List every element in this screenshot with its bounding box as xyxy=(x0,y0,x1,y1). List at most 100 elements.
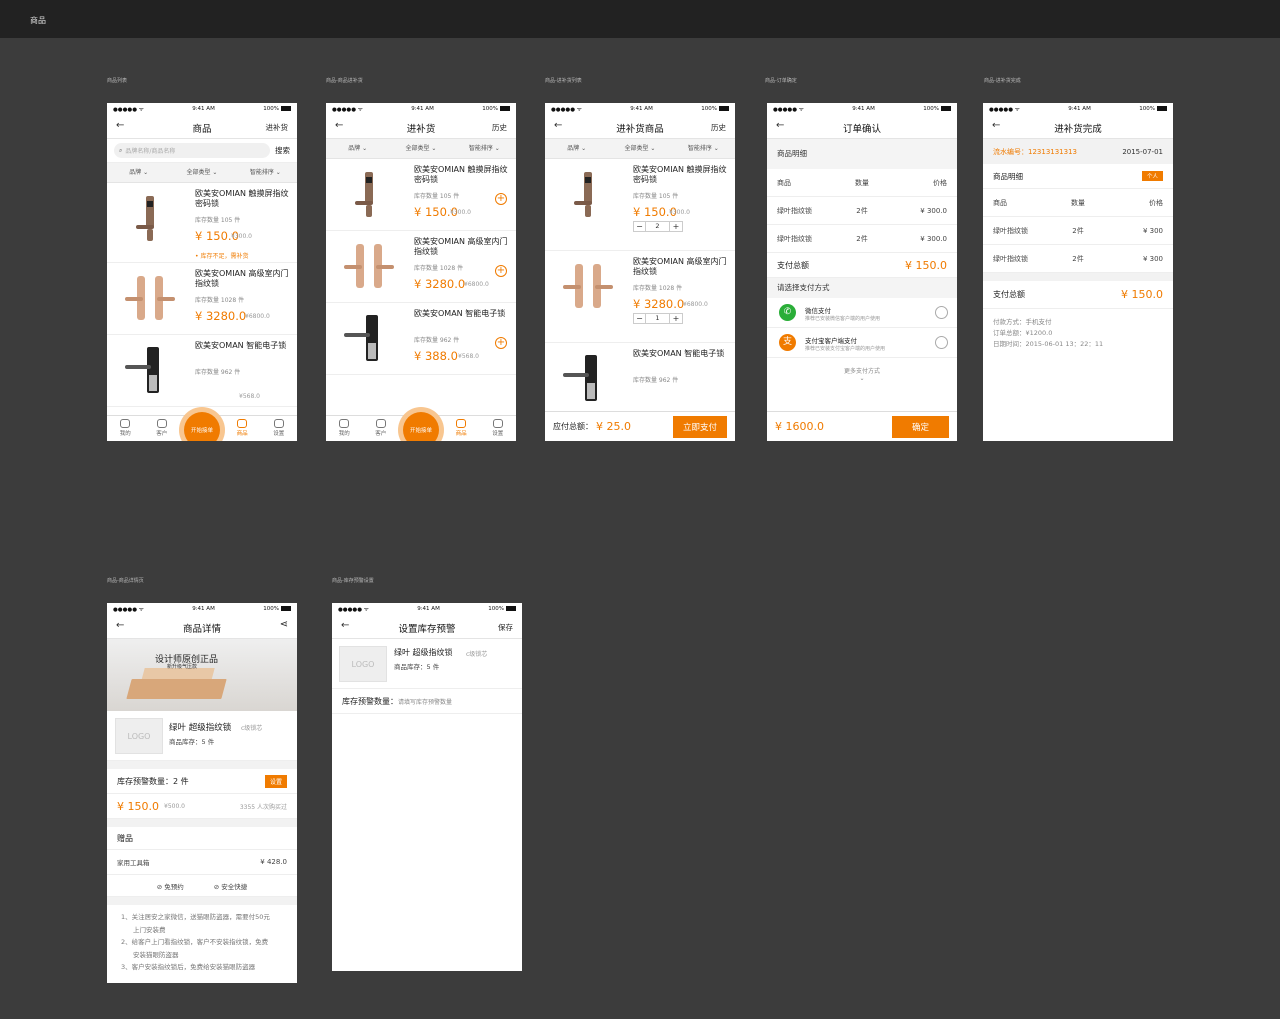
warning-input[interactable]: 请填写库存预警数量 xyxy=(398,697,452,706)
list-item[interactable]: 欧美安OMIAN 触摸屏指纹密码锁 库存数量 105 件 ¥ 150.0 ¥30… xyxy=(326,159,516,231)
filter-type[interactable]: 全部类型 ⌄ xyxy=(170,163,233,182)
tab-products[interactable]: 商品 xyxy=(224,416,261,441)
artboard-label: 商品-进补货完成 xyxy=(984,78,1021,84)
battery-icon xyxy=(1156,105,1167,111)
lock-icon xyxy=(237,419,248,428)
col-qty: 数量 xyxy=(1071,198,1085,207)
history-link[interactable]: 历史 xyxy=(492,122,507,133)
list-item[interactable]: 欧美安OMAN 智能电子锁 库存数量 962 件 ¥568.0 xyxy=(107,335,297,407)
tab-customers[interactable]: 客户 xyxy=(144,416,181,441)
product-stock: 库存数量 1028 件 xyxy=(633,285,683,292)
filter-type[interactable]: 全部类型 ⌄ xyxy=(608,139,671,158)
nav-bar: ← 商品详情 ⋖ xyxy=(107,614,297,639)
radio-button[interactable] xyxy=(935,306,948,319)
product-price: ¥ 3280.0 xyxy=(633,297,685,311)
tab-settings[interactable]: 设置 xyxy=(260,416,297,441)
page-title: 商品 xyxy=(30,16,46,25)
cell: 绿叶指纹锁 xyxy=(993,226,1028,235)
filter-sort[interactable]: 智能排序 ⌄ xyxy=(234,163,297,182)
filter-sort[interactable]: 智能排序 ⌄ xyxy=(672,139,735,158)
search-button[interactable]: 搜索 xyxy=(275,145,290,156)
tab-mine[interactable]: 我的 xyxy=(107,416,144,441)
warning-input-row[interactable]: 库存预警数量： 请填写库存预警数量 xyxy=(332,689,522,714)
product-name: 欧美安OMIAN 高级室内门指纹锁 xyxy=(414,237,508,256)
order-datetime: 日期时间：2015-06-01 13：22：11 xyxy=(993,340,1104,348)
cell: ¥ 300.0 xyxy=(920,206,948,215)
start-order-button[interactable]: 开始接单 xyxy=(179,407,225,441)
list-item[interactable]: 欧美安OMIAN 高级室内门指纹锁 库存数量 1028 件 ¥ 3280.0 ¥… xyxy=(326,231,516,303)
history-link[interactable]: 历史 xyxy=(711,122,726,133)
gift-section: 赠品 xyxy=(107,827,297,850)
table-header: 商品 数量 价格 xyxy=(983,189,1173,217)
battery-text: 100% xyxy=(1139,105,1155,112)
gift-row: 家用工具箱 ¥ 428.0 xyxy=(107,850,297,875)
signal-icon: ●●●●● ᯤ xyxy=(113,106,144,113)
more-payment-link[interactable]: 更多支付方式 ⌄ xyxy=(767,358,957,382)
minus-button[interactable]: − xyxy=(634,314,646,323)
plus-button[interactable]: + xyxy=(670,222,682,231)
payment-option-alipay[interactable]: 支 支付宝客户端支付 推荐已安装支付宝客户端的用户使用 xyxy=(767,328,957,358)
nav-bar: ← 进补货 历史 xyxy=(326,114,516,139)
set-warning-button[interactable]: 设置 xyxy=(264,774,287,788)
screen-restock: ●●●●● ᯤ 9:41 AM 100% ← 进补货 历史 品牌 ⌄ 全部类型 ⌄ … xyxy=(326,103,516,441)
filter-brand[interactable]: 品牌 ⌄ xyxy=(107,163,170,182)
restock-link[interactable]: 进补货 xyxy=(266,122,289,133)
cell: ¥ 300 xyxy=(1142,226,1164,235)
nav-bar: ← 商品 进补货 xyxy=(107,114,297,139)
add-icon[interactable]: + xyxy=(495,265,507,277)
filter-type[interactable]: 全部类型 ⌄ xyxy=(389,139,452,158)
quantity-value[interactable]: 1 xyxy=(646,314,670,323)
radio-button[interactable] xyxy=(935,336,948,349)
filter-brand[interactable]: 品牌 ⌄ xyxy=(545,139,608,158)
list-item[interactable]: 欧美安OMIAN 触摸屏指纹密码锁 库存数量 105 件 ¥ 150.0 ¥30… xyxy=(545,159,735,251)
stock-warning-label: 库存预警数量：2 件 xyxy=(117,776,189,786)
pay-value: ¥ 25.0 xyxy=(596,420,631,433)
battery-icon xyxy=(718,105,729,111)
product-banner[interactable]: 设计师原创正品 新升级气压款 xyxy=(107,639,297,711)
tab-products[interactable]: 商品 xyxy=(443,416,480,441)
artboard-label: 商品-进补货列表 xyxy=(545,78,582,84)
minus-button[interactable]: − xyxy=(634,222,646,231)
confirm-button[interactable]: 确定 xyxy=(891,415,949,438)
list-item[interactable]: 欧美安OMIAN 高级室内门指纹锁 库存数量 1028 件 ¥ 3280.0 ¥… xyxy=(545,251,735,343)
tab-label: 我的 xyxy=(119,431,131,437)
product-orig-price: ¥6800.0 xyxy=(245,313,270,320)
status-time: 9:41 AM xyxy=(852,105,875,112)
share-icon[interactable]: ⋖ xyxy=(280,619,288,630)
add-icon[interactable]: + xyxy=(495,337,507,349)
pay-now-button[interactable]: 立即支付 xyxy=(672,415,727,438)
search-input[interactable]: ⌕ 品牌名称/商品名称 xyxy=(114,143,270,158)
tab-mine[interactable]: 我的 xyxy=(326,416,363,441)
filter-bar: 品牌 ⌄ 全部类型 ⌄ 智能排序 ⌄ xyxy=(326,139,516,159)
nav-bar: ← 进补货完成 xyxy=(983,114,1173,139)
col-price: 价格 xyxy=(933,178,948,187)
tab-customers[interactable]: 客户 xyxy=(363,416,400,441)
tab-settings[interactable]: 设置 xyxy=(479,416,516,441)
battery-icon xyxy=(280,105,291,111)
nav-title: 商品详情 xyxy=(182,624,221,635)
start-order-button[interactable]: 开始接单 xyxy=(398,407,444,441)
service-no-appointment: ⊘ 免预约 xyxy=(157,881,184,891)
list-item[interactable]: 欧美安OMAN 智能电子锁 库存数量 962 件 xyxy=(545,343,735,415)
save-button[interactable]: 保存 xyxy=(498,622,513,633)
product-logo: LOGO xyxy=(339,646,387,682)
product-stock: 库存数量 1028 件 xyxy=(414,265,464,272)
status-time: 9:41 AM xyxy=(192,105,215,112)
quantity-value[interactable]: 2 xyxy=(646,222,670,231)
filter-sort[interactable]: 智能排序 ⌄ xyxy=(453,139,516,158)
list-item[interactable]: 欧美安OMAN 智能电子锁 库存数量 962 件 ¥ 388.0 ¥568.0 … xyxy=(326,303,516,375)
payment-option-wechat[interactable]: ✆ 微信支付 推荐已安装微信客户端的用户使用 xyxy=(767,298,957,328)
list-item[interactable]: 欧美安OMIAN 触摸屏指纹密码锁 库存数量 105 件 ¥ 150.0 ¥30… xyxy=(107,183,297,263)
product-orig-price: ¥300.0 xyxy=(450,209,471,216)
plus-button[interactable]: + xyxy=(670,314,682,323)
filter-brand[interactable]: 品牌 ⌄ xyxy=(326,139,389,158)
artboard-label: 商品-订单确定 xyxy=(765,78,797,84)
col-price: 价格 xyxy=(1149,198,1164,207)
gear-icon xyxy=(273,419,284,428)
gift-title: 赠品 xyxy=(117,833,133,843)
list-item[interactable]: 欧美安OMIAN 高级室内门指纹锁 库存数量 1028 件 ¥ 3280.0 ¥… xyxy=(107,263,297,335)
add-icon[interactable]: + xyxy=(495,193,507,205)
search-bar: ⌕ 品牌名称/商品名称 搜索 xyxy=(107,139,297,163)
electronic-lock-image xyxy=(563,355,597,401)
battery-icon xyxy=(505,605,516,611)
